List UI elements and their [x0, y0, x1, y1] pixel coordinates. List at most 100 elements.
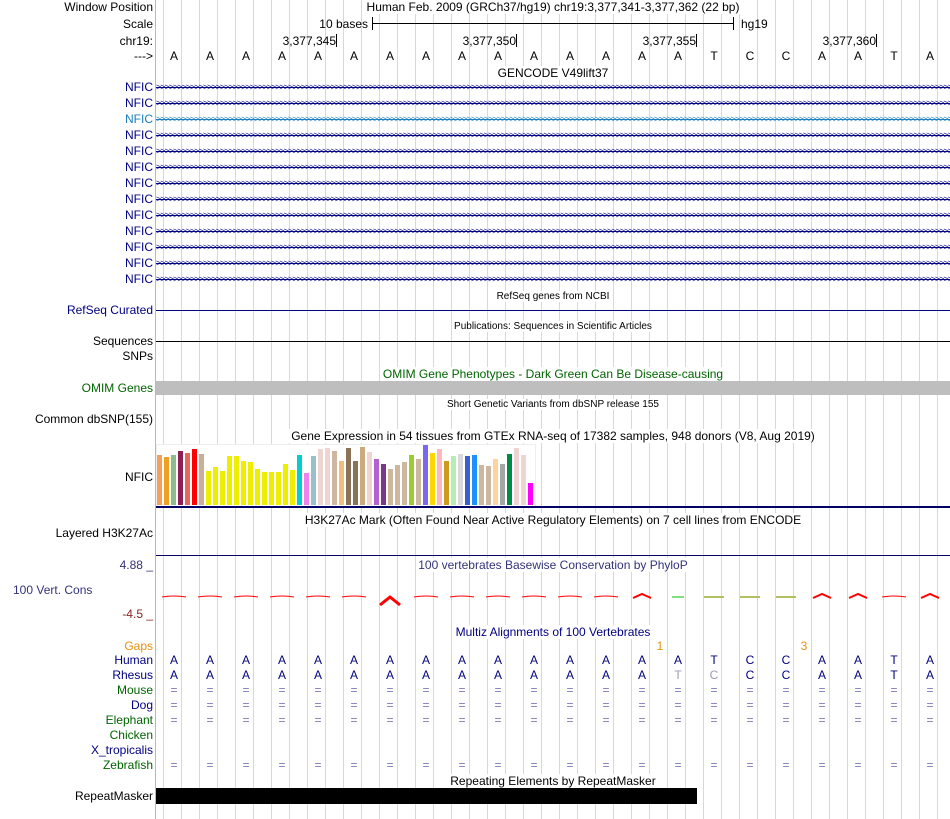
gtex-tissue-bar[interactable] [472, 455, 477, 505]
gene-label-nfic[interactable]: NFIC [125, 128, 153, 142]
gene-label-nfic[interactable]: NFIC [125, 80, 153, 94]
species-label[interactable]: Zebrafish [103, 758, 153, 772]
gtex-tissue-bar[interactable] [304, 473, 309, 505]
gtex-tissue-bar[interactable] [367, 452, 372, 505]
gene-label-nfic[interactable]: NFIC [125, 160, 153, 174]
gtex-tissue-bar[interactable] [528, 483, 533, 505]
phylop-label[interactable]: 100 Vert. Cons [13, 583, 92, 597]
gene-label-nfic[interactable]: NFIC [125, 176, 153, 190]
omim-label[interactable]: OMIM Genes [82, 381, 153, 395]
gtex-tissue-bar[interactable] [332, 451, 337, 505]
gtex-tissue-bar[interactable] [479, 465, 484, 505]
gtex-tissue-bar[interactable] [465, 456, 470, 505]
gtex-tissue-bar[interactable] [507, 454, 512, 505]
gene-label-nfic[interactable]: NFIC [125, 240, 153, 254]
gtex-tissue-bar[interactable] [381, 464, 386, 505]
gtex-tissue-bar[interactable] [374, 459, 379, 505]
gtex-tissue-bar[interactable] [192, 449, 197, 505]
h3k27ac-label[interactable]: Layered H3K27Ac [56, 526, 153, 540]
h3k27ac-title[interactable]: H3K27Ac Mark (Often Found Near Active Re… [156, 513, 950, 527]
gtex-tissue-bar[interactable] [437, 449, 442, 505]
gtex-tissue-bar[interactable] [220, 471, 225, 505]
gtex-label[interactable]: NFIC [125, 470, 153, 484]
gene-line [156, 263, 950, 264]
gtex-tissue-bar[interactable] [325, 448, 330, 505]
gtex-tissue-bar[interactable] [388, 469, 393, 505]
gtex-tissue-bar[interactable] [234, 456, 239, 505]
gtex-tissue-bar[interactable] [185, 453, 190, 505]
species-label[interactable]: Rhesus [112, 668, 153, 682]
gtex-tissue-bar[interactable] [318, 449, 323, 505]
phylop-title[interactable]: 100 vertebrates Basewise Conservation by… [156, 558, 950, 572]
gtex-tissue-bar[interactable] [402, 462, 407, 505]
gtex-tissue-bar[interactable] [493, 459, 498, 505]
gtex-tissue-bar[interactable] [360, 447, 365, 505]
gtex-tissue-bar[interactable] [255, 469, 260, 505]
gtex-tissue-bar[interactable] [248, 462, 253, 505]
gtex-tissue-bar[interactable] [486, 466, 491, 505]
gtex-tissue-bar[interactable] [164, 457, 169, 505]
gtex-tissue-bar[interactable] [283, 464, 288, 505]
gene-label-nfic[interactable]: NFIC [125, 192, 153, 206]
species-label[interactable]: Mouse [117, 683, 153, 697]
gtex-tissue-bar[interactable] [416, 459, 421, 505]
gtex-tissue-bar[interactable] [206, 471, 211, 505]
gtex-tissue-bar[interactable] [199, 454, 204, 505]
gene-label-nfic[interactable]: NFIC [125, 96, 153, 110]
species-label[interactable]: Human [114, 653, 153, 667]
gencode-title[interactable]: GENCODE V49lift37 [156, 66, 950, 80]
gtex-tissue-bar[interactable] [241, 461, 246, 505]
gtex-tissue-bar[interactable] [353, 461, 358, 505]
gtex-tissue-bar[interactable] [500, 464, 505, 505]
gtex-tissue-bar[interactable] [276, 472, 281, 505]
dbsnp-label[interactable]: Common dbSNP(155) [35, 412, 153, 426]
repeatmasker-bar[interactable] [156, 788, 697, 804]
gtex-tissue-bar[interactable] [178, 451, 183, 505]
repeatmasker-title[interactable]: Repeating Elements by RepeatMasker [156, 774, 950, 788]
gtex-tissue-bar[interactable] [521, 455, 526, 505]
gtex-tissue-bar[interactable] [444, 461, 449, 505]
gtex-tissue-bar[interactable] [409, 455, 414, 505]
species-label[interactable]: X_tropicalis [91, 743, 153, 757]
gaps-label: Gaps [124, 639, 153, 653]
dbsnp-title[interactable]: Short Genetic Variants from dbSNP releas… [156, 398, 950, 412]
gtex-tissue-bar[interactable] [339, 461, 344, 505]
gene-label-nfic[interactable]: NFIC [125, 272, 153, 286]
gene-label-nfic[interactable]: NFIC [125, 208, 153, 222]
gtex-tissue-bar[interactable] [213, 467, 218, 505]
gene-label-nfic[interactable]: NFIC [125, 224, 153, 238]
snps-label[interactable]: SNPs [122, 349, 153, 363]
species-label[interactable]: Dog [131, 698, 153, 712]
gtex-tissue-bar[interactable] [171, 455, 176, 505]
gtex-tissue-bar[interactable] [346, 448, 351, 505]
refseq-label[interactable]: RefSeq Curated [67, 303, 153, 317]
genome-browser-image[interactable]: Window Position Human Feb. 2009 (GRCh37/… [0, 0, 950, 819]
repeatmasker-label[interactable]: RepeatMasker [75, 789, 153, 803]
gtex-tissue-bar[interactable] [262, 472, 267, 505]
gtex-tissue-bar[interactable] [458, 454, 463, 505]
gtex-tissue-bar[interactable] [311, 456, 316, 505]
species-label[interactable]: Elephant [106, 713, 153, 727]
gene-label-nfic[interactable]: NFIC [125, 112, 153, 126]
gtex-tissue-bar[interactable] [290, 470, 295, 505]
publications-title[interactable]: Publications: Sequences in Scientific Ar… [156, 320, 950, 334]
multiz-title[interactable]: Multiz Alignments of 100 Vertebrates [156, 625, 950, 639]
publications-label[interactable]: Sequences [93, 334, 153, 348]
gtex-tissue-bar[interactable] [297, 455, 302, 505]
gtex-tissue-bar[interactable] [269, 472, 274, 505]
gtex-tissue-bar[interactable] [227, 456, 232, 505]
gtex-tissue-bar[interactable] [430, 453, 435, 505]
gtex-tissue-bar[interactable] [423, 445, 428, 505]
refseq-title[interactable]: RefSeq genes from NCBI [156, 290, 950, 304]
omim-bar[interactable] [156, 381, 950, 395]
species-label[interactable]: Chicken [110, 728, 153, 742]
omim-title[interactable]: OMIM Gene Phenotypes - Dark Green Can Be… [156, 367, 950, 381]
gene-label-nfic[interactable]: NFIC [125, 256, 153, 270]
gtex-tissue-bar[interactable] [451, 456, 456, 505]
gtex-tissue-bar[interactable] [395, 465, 400, 505]
gtex-title[interactable]: Gene Expression in 54 tissues from GTEx … [156, 429, 950, 443]
phylop-plot[interactable] [156, 585, 950, 610]
gtex-tissue-bar[interactable] [157, 455, 162, 505]
gene-label-nfic[interactable]: NFIC [125, 144, 153, 158]
gtex-tissue-bar[interactable] [514, 448, 519, 505]
